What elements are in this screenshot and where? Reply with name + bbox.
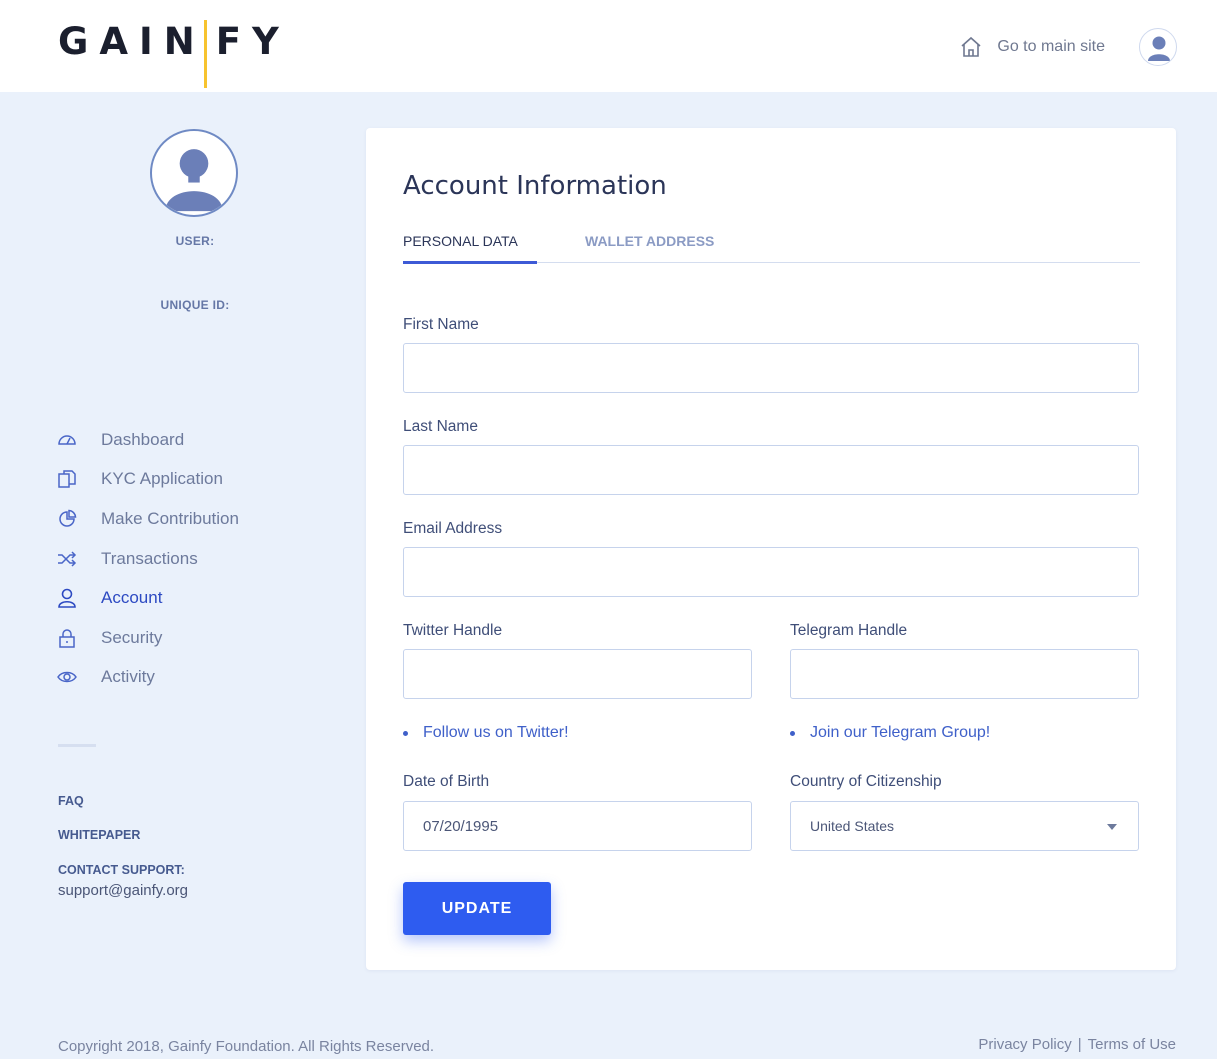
faq-link[interactable]: FAQ [58, 794, 84, 808]
logo-text-left: GAIN [58, 20, 206, 63]
sidebar-divider [58, 744, 96, 747]
sidebar-item-label: Activity [101, 667, 155, 687]
sidebar-item-label: Dashboard [101, 429, 185, 449]
twitter-handle-label: Twitter Handle [403, 622, 503, 639]
user-label: USER: [175, 234, 215, 248]
date-of-birth-field[interactable] [403, 801, 752, 851]
follow-twitter-link[interactable]: Follow us on Twitter! [403, 724, 569, 742]
sidebar-nav: Dashboard KYC Application Make Contribut… [56, 420, 239, 697]
contact-support-label: CONTACT SUPPORT: [58, 863, 185, 877]
telegram-handle-label: Telegram Handle [790, 622, 908, 639]
join-telegram-link[interactable]: Join our Telegram Group! [790, 724, 990, 742]
sidebar-item-activity[interactable]: Activity [56, 658, 239, 698]
privacy-policy-link[interactable]: Privacy Policy [978, 1036, 1071, 1053]
terms-of-use-link[interactable]: Terms of Use [1088, 1036, 1176, 1053]
chevron-down-icon [1107, 824, 1117, 830]
sidebar-item-security[interactable]: Security [56, 618, 239, 658]
footer-separator: | [1077, 1036, 1082, 1053]
whitepaper-link[interactable]: WHITEPAPER [58, 828, 140, 842]
last-name-field[interactable] [403, 445, 1139, 495]
country-select[interactable]: United States [790, 801, 1139, 851]
eye-icon [56, 666, 78, 688]
unique-id-label: UNIQUE ID: [160, 298, 230, 312]
top-header: GAIN FY Go to main site [0, 0, 1217, 92]
date-of-birth-label: Date of Birth [403, 773, 490, 790]
last-name-label: Last Name [403, 418, 478, 435]
logo-text-right: FY [215, 20, 290, 63]
sidebar-item-account[interactable]: Account [56, 578, 239, 618]
join-telegram-text: Join our Telegram Group! [810, 724, 991, 741]
sidebar-item-dashboard[interactable]: Dashboard [56, 420, 239, 460]
gainfy-logo[interactable]: GAIN FY [58, 20, 290, 90]
telegram-handle-field[interactable] [790, 649, 1139, 699]
bullet-dot [403, 730, 408, 736]
header-actions: Go to main site [959, 28, 1177, 66]
footer-links: Privacy Policy | Terms of Use [978, 1036, 1176, 1053]
tab-personal-data[interactable]: PERSONAL DATA [403, 233, 518, 249]
logo-yellow-bar [203, 20, 207, 88]
bullet-dot [790, 730, 795, 736]
tab-wallet-address[interactable]: WALLET ADDRESS [585, 233, 714, 249]
follow-twitter-text: Follow us on Twitter! [423, 724, 569, 741]
sidebar-item-label: Security [101, 627, 163, 647]
home-icon[interactable] [959, 35, 983, 59]
go-to-main-site-link[interactable]: Go to main site [997, 38, 1105, 56]
email-address-label: Email Address [403, 520, 503, 537]
dashboard-gauge-icon [56, 429, 78, 451]
twitter-handle-field[interactable] [403, 649, 752, 699]
shuffle-icon [56, 548, 78, 570]
lock-icon [56, 627, 78, 649]
profile-avatar-icon[interactable] [150, 129, 238, 217]
sidebar-item-label: KYC Application [101, 469, 223, 489]
sidebar-item-make-contribution[interactable]: Make Contribution [56, 499, 239, 539]
account-tabs: PERSONAL DATA WALLET ADDRESS [403, 229, 1140, 264]
country-selected-value: United States [810, 818, 895, 834]
email-field[interactable] [403, 547, 1139, 597]
page-title: Account Information [403, 171, 667, 201]
sidebar-item-label: Transactions [101, 548, 198, 568]
sidebar: USER: UNIQUE ID: Dashboard KYC Applicati… [0, 92, 366, 1052]
first-name-field[interactable] [403, 343, 1139, 393]
sidebar-item-label: Make Contribution [101, 508, 239, 528]
copyright-text: Copyright 2018, Gainfy Foundation. All R… [58, 1038, 435, 1055]
account-information-card: Account Information PERSONAL DATA WALLET… [366, 128, 1176, 970]
update-button[interactable]: UPDATE [403, 882, 551, 935]
active-tab-indicator [403, 261, 537, 264]
sidebar-item-label: Account [101, 588, 163, 608]
header-avatar-icon[interactable] [1139, 28, 1177, 66]
sidebar-item-transactions[interactable]: Transactions [56, 539, 239, 579]
country-of-citizenship-label: Country of Citizenship [790, 773, 942, 790]
documents-icon [56, 468, 78, 490]
pie-chart-icon [56, 508, 78, 530]
sidebar-item-kyc-application[interactable]: KYC Application [56, 460, 239, 500]
support-email-link[interactable]: support@gainfy.org [58, 882, 188, 899]
user-icon [56, 587, 78, 609]
first-name-label: First Name [403, 316, 479, 333]
